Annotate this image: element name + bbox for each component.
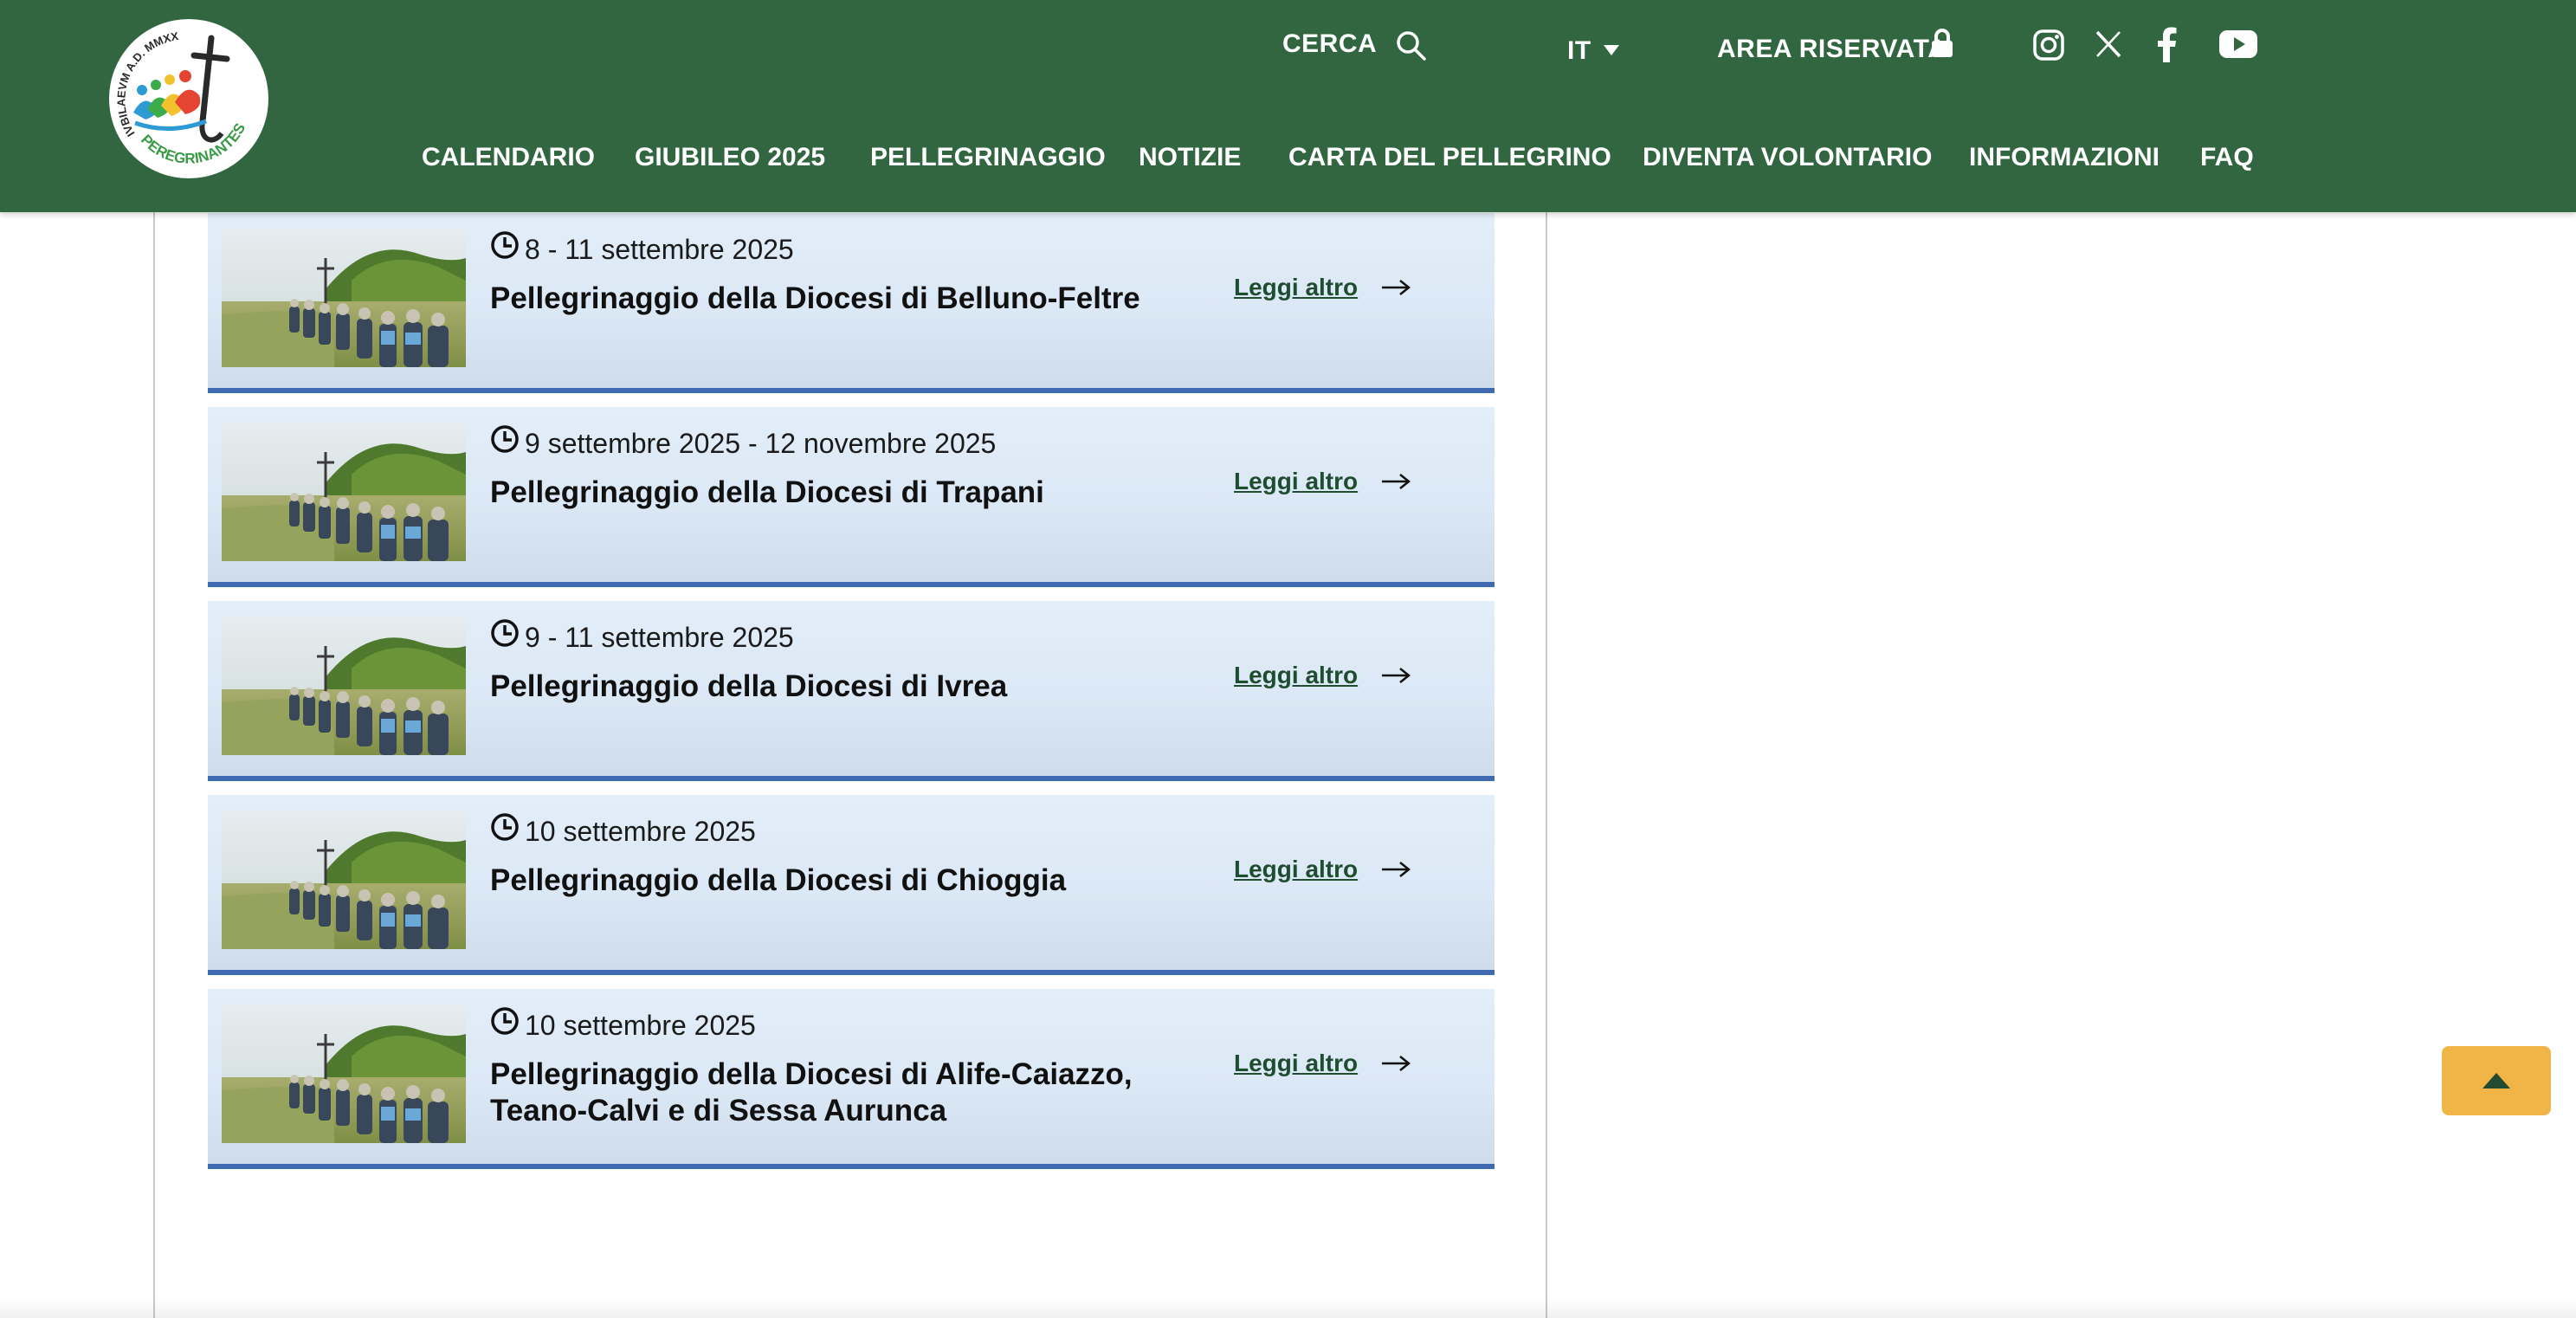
read-more-label[interactable]: Leggi altro	[1234, 274, 1358, 301]
event-date-text: 9 - 11 settembre 2025	[525, 622, 794, 653]
page: 6 settembre 2025 Pellegrinaggio dell'Arc…	[0, 0, 2576, 1318]
chevron-down-icon[interactable]	[1602, 43, 1621, 57]
search-label[interactable]: CERCA	[1282, 29, 1377, 59]
event-date: 10 settembre 2025	[490, 812, 756, 848]
clock-icon	[491, 618, 519, 647]
nav-item-informazioni[interactable]: INFORMAZIONI	[1969, 143, 2160, 172]
event-title[interactable]: Pellegrinaggio della Diocesi di Chioggia	[490, 863, 1200, 899]
language-selector[interactable]: IT	[1567, 36, 1591, 66]
read-more-label[interactable]: Leggi altro	[1234, 662, 1358, 689]
read-more-label[interactable]: Leggi altro	[1234, 1050, 1358, 1077]
event-date: 8 - 11 settembre 2025	[490, 230, 794, 266]
pilgrims-walking-image	[222, 811, 466, 949]
event-thumbnail[interactable]	[222, 617, 466, 755]
nav-item-notizie[interactable]: NOTIZIE	[1139, 143, 1241, 172]
event-card[interactable]: 10 settembre 2025 Pellegrinaggio della D…	[208, 989, 1495, 1169]
read-more-link[interactable]: Leggi altro	[1234, 274, 1411, 301]
read-more-link[interactable]: Leggi altro	[1234, 856, 1411, 883]
nav-item-diventa-volontario[interactable]: DIVENTA VOLONTARIO	[1643, 143, 1932, 172]
read-more-label[interactable]: Leggi altro	[1234, 856, 1358, 883]
event-title[interactable]: Pellegrinaggio della Diocesi di Alife-Ca…	[490, 1056, 1200, 1129]
read-more-label[interactable]: Leggi altro	[1234, 468, 1358, 495]
event-thumbnail[interactable]	[222, 229, 466, 367]
instagram-icon[interactable]	[2031, 28, 2066, 62]
read-more-link[interactable]: Leggi altro	[1234, 662, 1411, 689]
event-date-text: 10 settembre 2025	[525, 1010, 756, 1041]
pilgrims-walking-image	[222, 617, 466, 755]
reserved-area-link[interactable]: AREA RISERVATA	[1717, 35, 1947, 64]
event-date: 9 - 11 settembre 2025	[490, 618, 794, 654]
nav-item-faq[interactable]: FAQ	[2200, 143, 2254, 172]
nav-item-pellegrinaggio[interactable]: PELLEGRINAGGIO	[870, 143, 1106, 172]
arrow-right-icon[interactable]	[1380, 1054, 1411, 1073]
arrow-right-icon[interactable]	[1380, 666, 1411, 685]
arrow-right-icon[interactable]	[1380, 860, 1411, 879]
pilgrims-walking-image	[222, 229, 466, 367]
pilgrims-walking-image	[222, 1005, 466, 1143]
event-title[interactable]: Pellegrinaggio della Diocesi di Trapani	[490, 475, 1200, 511]
back-to-top-button[interactable]	[2442, 1046, 2551, 1115]
youtube-icon[interactable]	[2218, 29, 2258, 59]
event-date-text: 8 - 11 settembre 2025	[525, 234, 794, 265]
clock-icon	[491, 230, 519, 259]
read-more-link[interactable]: Leggi altro	[1234, 468, 1411, 495]
lock-icon[interactable]	[1930, 28, 1954, 59]
event-card[interactable]: 8 - 11 settembre 2025 Pellegrinaggio del…	[208, 213, 1495, 393]
main-navigation: CALENDARIO GIUBILEO 2025 PELLEGRINAGGIO …	[0, 143, 2576, 178]
event-card[interactable]: 9 - 11 settembre 2025 Pellegrinaggio del…	[208, 601, 1495, 781]
utility-bar: CERCA IT AREA RISERVATA	[0, 24, 2576, 76]
x-icon[interactable]	[2094, 29, 2123, 59]
event-date: 10 settembre 2025	[490, 1006, 756, 1042]
event-date-text: 9 settembre 2025 - 12 novembre 2025	[525, 428, 997, 459]
arrow-right-icon[interactable]	[1380, 472, 1411, 491]
clock-icon	[491, 424, 519, 453]
clock-icon	[491, 1006, 519, 1035]
site-header: IVBILAEVM A.D. MMXXV PEREGRINANTES IN SP…	[0, 0, 2576, 212]
event-title[interactable]: Pellegrinaggio della Diocesi di Belluno-…	[490, 281, 1200, 317]
nav-item-carta-del-pellegrino[interactable]: CARTA DEL PELLEGRINO	[1288, 143, 1611, 172]
arrow-right-icon[interactable]	[1380, 278, 1411, 297]
event-thumbnail[interactable]	[222, 1005, 466, 1143]
facebook-icon[interactable]	[2155, 26, 2178, 62]
clock-icon	[491, 812, 519, 841]
nav-item-calendario[interactable]: CALENDARIO	[422, 143, 595, 172]
search-icon[interactable]	[1394, 29, 1429, 63]
nav-item-giubileo-2025[interactable]: GIUBILEO 2025	[635, 143, 825, 172]
event-title[interactable]: Pellegrinaggio della Diocesi di Ivrea	[490, 669, 1200, 705]
pilgrims-walking-image	[222, 423, 466, 561]
event-date: 9 settembre 2025 - 12 novembre 2025	[490, 424, 997, 460]
event-thumbnail[interactable]	[222, 811, 466, 949]
event-card[interactable]: 9 settembre 2025 - 12 novembre 2025 Pell…	[208, 407, 1495, 587]
caret-up-icon	[2482, 1073, 2510, 1089]
event-thumbnail[interactable]	[222, 423, 466, 561]
read-more-link[interactable]: Leggi altro	[1234, 1050, 1411, 1077]
event-date-text: 10 settembre 2025	[525, 816, 756, 847]
event-card[interactable]: 10 settembre 2025 Pellegrinaggio della D…	[208, 795, 1495, 975]
